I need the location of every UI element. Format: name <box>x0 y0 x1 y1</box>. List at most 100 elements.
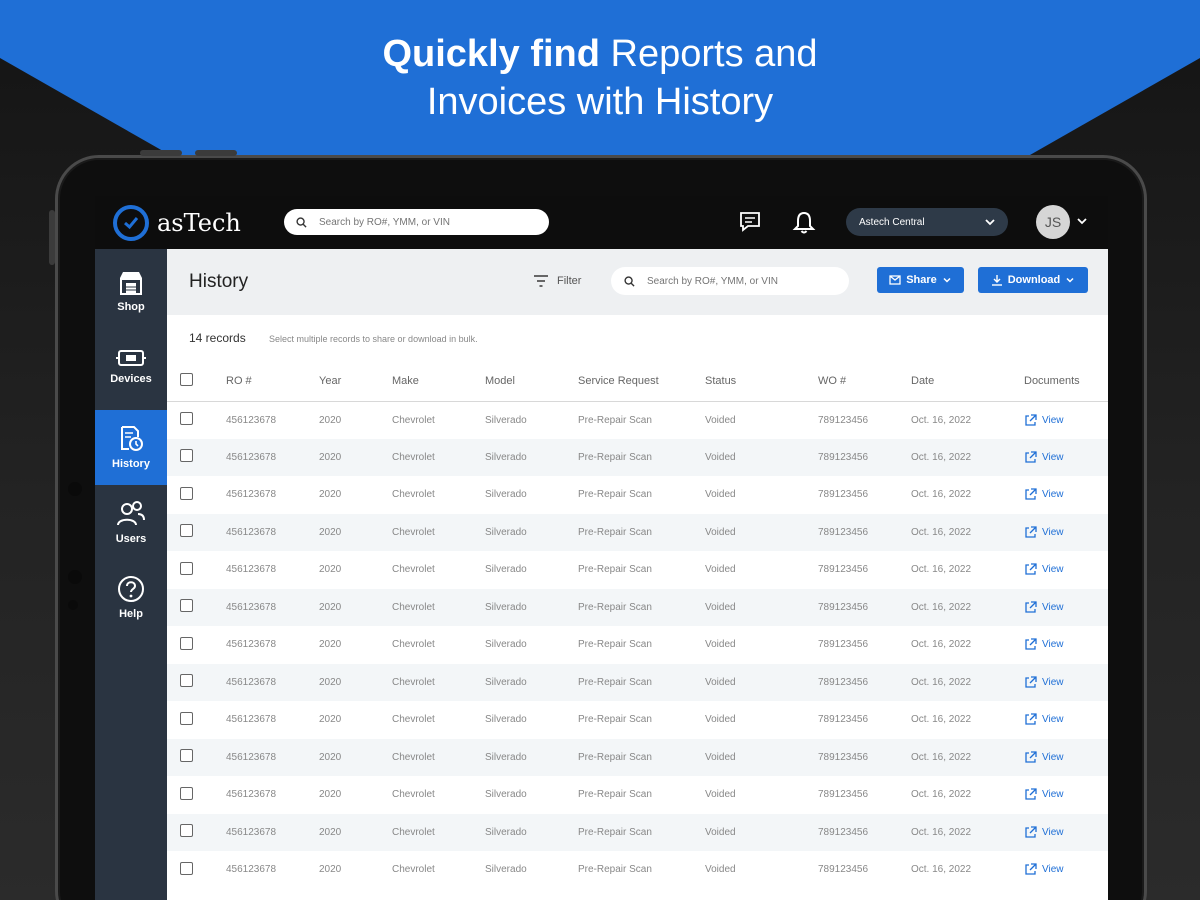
table-row[interactable]: 456123678 2020 Chevrolet Silverado Pre-Repai… <box>167 513 1108 551</box>
view-document-link[interactable]: View <box>1024 676 1108 689</box>
view-document-link[interactable]: View <box>1024 451 1108 464</box>
table-row[interactable]: 456123678 2020 Chevrolet Silverado Pre-Repai… <box>167 776 1108 814</box>
cell-wo: 789123456 <box>818 414 869 426</box>
view-document-link[interactable]: View <box>1024 788 1108 801</box>
view-document-link[interactable]: View <box>1024 601 1108 614</box>
view-document-link[interactable]: View <box>1024 751 1108 764</box>
sidebar-item-devices[interactable]: Devices <box>95 329 167 404</box>
external-link-icon <box>1025 638 1037 650</box>
history-search-input[interactable] <box>647 275 847 287</box>
cell-ro: 456123678 <box>226 489 277 501</box>
table-row[interactable]: 456123678 2020 Chevrolet Silverado Pre-Repai… <box>167 813 1108 851</box>
view-document-link[interactable]: View <box>1024 638 1108 651</box>
page-header: History Filter Share Download <box>167 249 1108 315</box>
table-row[interactable]: 456123678 2020 Chevrolet Silverado Pre-Repai… <box>167 626 1108 664</box>
row-checkbox[interactable] <box>180 636 193 650</box>
view-document-link[interactable]: View <box>1024 713 1108 726</box>
external-link-icon <box>1025 713 1037 725</box>
row-checkbox[interactable] <box>180 674 193 688</box>
cell-status: Voided <box>705 526 736 538</box>
view-label: View <box>1042 414 1064 426</box>
table-row[interactable]: 456123678 2020 Chevrolet Silverado Pre-Repai… <box>167 663 1108 701</box>
table-row[interactable]: 456123678 2020 Chevrolet Silverado Pre-Repai… <box>167 738 1108 776</box>
cell-year: 2020 <box>319 414 342 426</box>
row-checkbox[interactable] <box>180 412 193 425</box>
row-checkbox[interactable] <box>180 861 193 875</box>
row-checkbox[interactable] <box>180 824 193 838</box>
row-checkbox-cell <box>167 851 226 889</box>
history-table: RO # Year Make Model Service Request Sta… <box>167 361 1108 889</box>
column-header[interactable]: RO # <box>226 361 319 402</box>
table-row[interactable]: 456123678 2020 Chevrolet Silverado Pre-Repai… <box>167 438 1108 476</box>
external-link-icon <box>1025 526 1037 538</box>
filter-label: Filter <box>557 275 582 287</box>
column-header[interactable]: Make <box>392 361 485 402</box>
external-link-icon <box>1025 788 1037 800</box>
cell-ro: 456123678 <box>226 414 277 426</box>
cell-make: Chevrolet <box>392 826 435 838</box>
download-button[interactable]: Download <box>978 267 1088 293</box>
chevron-down-icon <box>1066 277 1074 283</box>
table-row[interactable]: 456123678 2020 Chevrolet Silverado Pre-Repai… <box>167 588 1108 626</box>
row-checkbox[interactable] <box>180 486 193 500</box>
view-document-link[interactable]: View <box>1024 413 1108 427</box>
logo-check-icon <box>113 204 149 241</box>
table-row[interactable]: 456123678 2020 Chevrolet Silverado Pre-Repai… <box>167 701 1108 739</box>
view-document-link[interactable]: View <box>1024 526 1108 539</box>
column-header[interactable]: Service Request <box>578 361 705 402</box>
column-header[interactable]: Documents <box>1024 361 1108 402</box>
cell-ro: 456123678 <box>226 564 277 576</box>
bell-icon[interactable] <box>792 210 816 236</box>
download-label: Download <box>1007 274 1061 286</box>
chat-icon[interactable] <box>738 210 762 234</box>
cell-wo: 789123456 <box>818 714 869 726</box>
avatar-chevron-icon[interactable] <box>1076 215 1088 227</box>
view-document-link[interactable]: View <box>1024 826 1108 839</box>
filter-button[interactable]: Filter <box>533 275 581 287</box>
records-count: 14 records <box>189 331 246 345</box>
view-document-link[interactable]: View <box>1024 563 1108 576</box>
organization-select[interactable]: Astech Central <box>846 208 1008 236</box>
column-header[interactable]: WO # <box>818 361 911 402</box>
table-row[interactable]: 456123678 2020 Chevrolet Silverado Pre-Repai… <box>167 551 1108 589</box>
row-checkbox[interactable] <box>180 599 193 613</box>
cell-service: Pre-Repair Scan <box>578 489 652 501</box>
cell-status: Voided <box>705 826 736 838</box>
view-document-link[interactable]: View <box>1024 863 1108 876</box>
table-row[interactable]: 456123678 2020 Chevrolet Silverado Pre-Repai… <box>167 476 1108 514</box>
row-checkbox[interactable] <box>180 561 193 575</box>
brand-logo[interactable]: asTech <box>113 204 241 241</box>
sidebar-item-help[interactable]: Help <box>95 560 167 635</box>
cell-model: Silverado <box>485 864 527 876</box>
column-header[interactable]: Model <box>485 361 578 402</box>
sidebar-item-users[interactable]: Users <box>95 485 167 560</box>
row-checkbox[interactable] <box>180 449 193 463</box>
row-checkbox[interactable] <box>180 786 193 800</box>
column-header[interactable]: Status <box>705 361 818 402</box>
table-row[interactable]: 456123678 2020 Chevrolet Silverado Pre-Repai… <box>167 401 1108 439</box>
global-search-input[interactable] <box>319 216 519 228</box>
column-header[interactable]: Date <box>911 361 1024 402</box>
tablet-camera-1 <box>68 482 82 496</box>
share-button[interactable]: Share <box>877 267 964 293</box>
row-checkbox-cell <box>167 401 226 439</box>
row-checkbox[interactable] <box>180 749 193 763</box>
headline-line2: Invoices with History <box>426 81 774 123</box>
sidebar-item-history[interactable]: History <box>95 410 167 485</box>
external-link-icon <box>1025 826 1037 838</box>
view-label: View <box>1042 864 1064 876</box>
row-checkbox[interactable] <box>180 524 193 538</box>
global-search[interactable] <box>284 209 549 235</box>
cell-model: Silverado <box>485 676 527 688</box>
history-search[interactable] <box>611 267 849 295</box>
user-avatar[interactable]: JS <box>1036 205 1070 239</box>
table-row[interactable]: 456123678 2020 Chevrolet Silverado Pre-Repai… <box>167 851 1108 889</box>
column-header[interactable]: Year <box>319 361 392 402</box>
select-all-checkbox[interactable] <box>180 372 193 386</box>
sidebar-item-shop[interactable]: Shop <box>95 254 167 329</box>
sidebar-item-label: Devices <box>110 373 152 385</box>
row-checkbox[interactable] <box>180 711 193 725</box>
cell-ro: 456123678 <box>226 451 277 463</box>
cell-wo: 789123456 <box>818 489 869 501</box>
view-document-link[interactable]: View <box>1024 488 1108 501</box>
